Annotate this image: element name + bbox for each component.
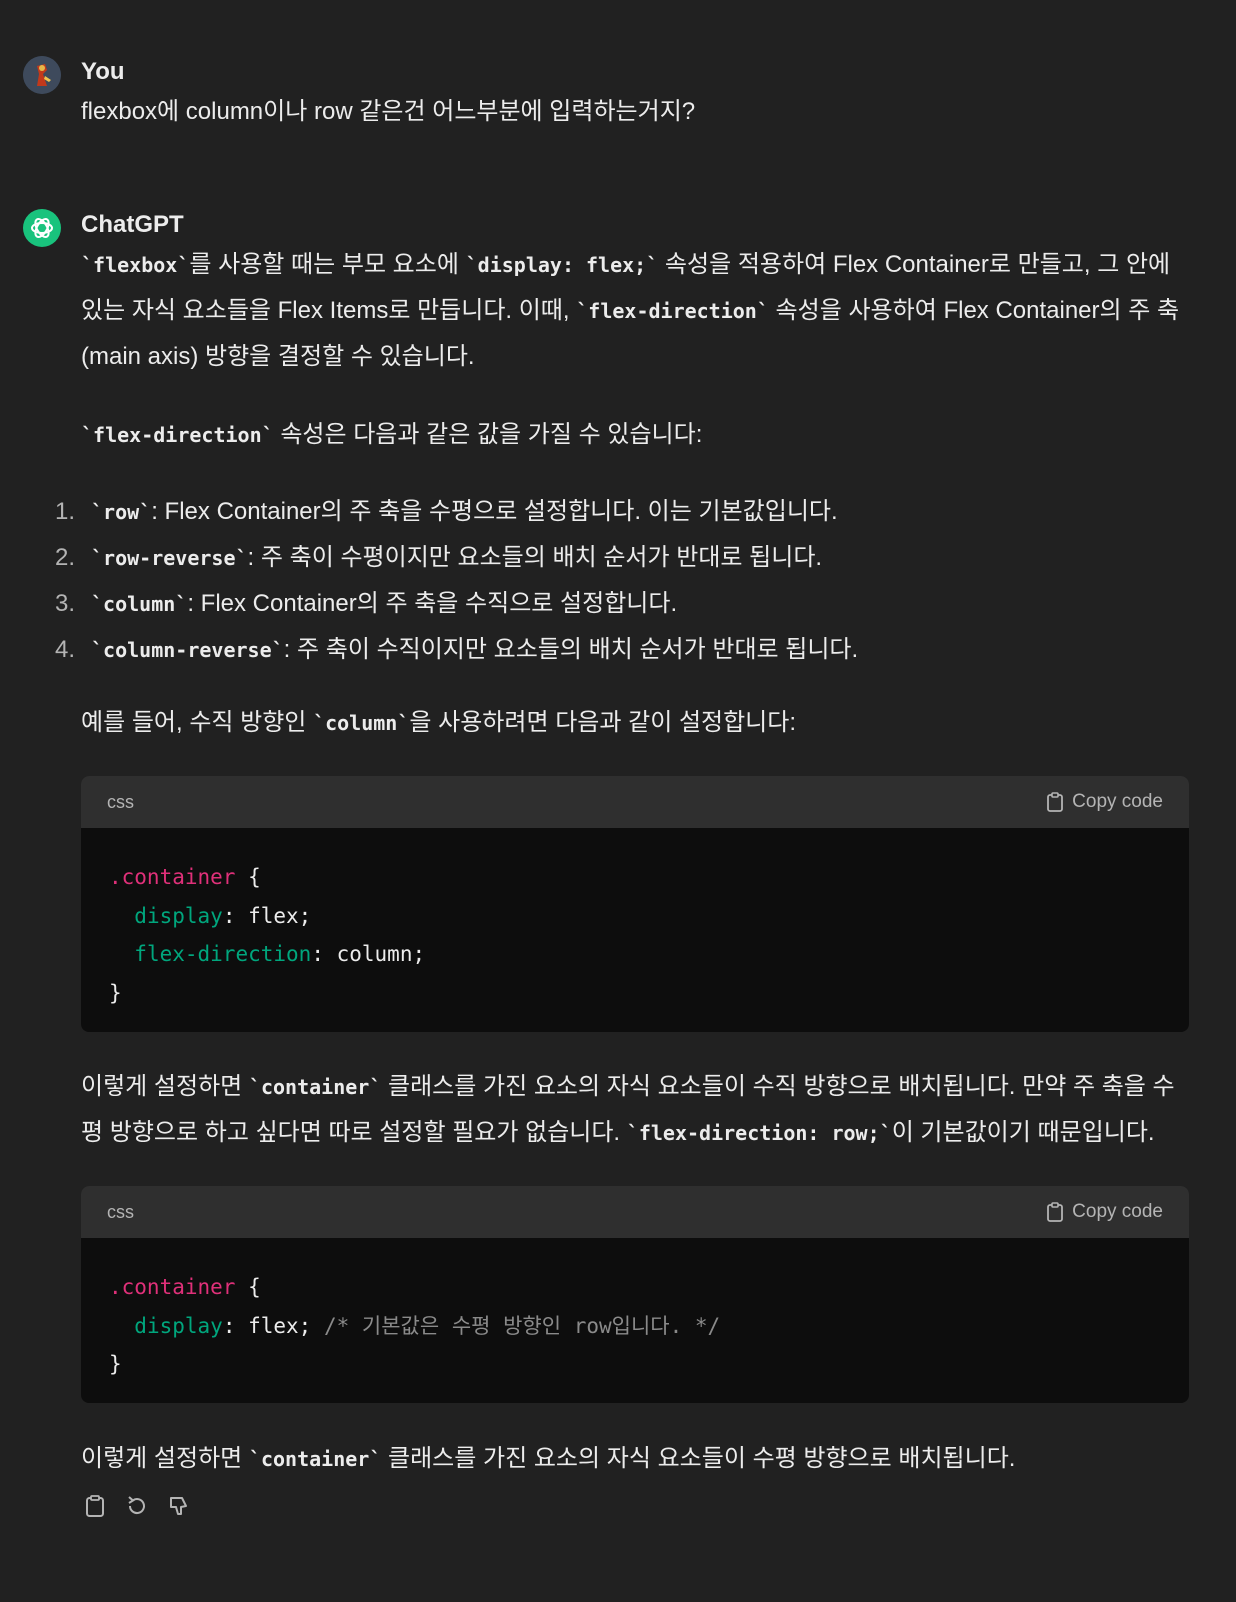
paragraph-3: 예를 들어, 수직 방향인 `column`을 사용하려면 다음과 같이 설정합… (81, 709, 797, 736)
inline-code: `display: flex;` (465, 253, 659, 277)
paragraph-5: 이렇게 설정하면 `container` 클래스를 가진 요소의 자식 요소들이… (81, 1445, 1016, 1472)
flex-direction-list: 1. `row`: Flex Container의 주 축을 수평으로 설정합니다… (55, 489, 858, 673)
paragraph-2: `flex-direction` 속성은 다음과 같은 값을 가질 수 있습니다… (81, 421, 703, 448)
code-content: .container { display: flex; /* 기본값은 수평 방… (109, 1275, 721, 1376)
code-language-label: css (107, 791, 134, 812)
clipboard-icon (1047, 1202, 1064, 1222)
inline-code: `container` (248, 1075, 382, 1099)
thumbs-down-button[interactable] (165, 1492, 193, 1520)
message-actions (81, 1492, 193, 1520)
thumbs-down-icon (170, 1497, 187, 1515)
code-block-header: css Copy code (81, 1186, 1189, 1238)
openai-logo-icon (31, 217, 53, 239)
inline-code: `flexbox` (81, 253, 190, 277)
inline-code: `flex-direction: row;` (626, 1121, 892, 1145)
paragraph-4: 이렇게 설정하면 `container` 클래스를 가진 요소의 자식 요소들이… (81, 1073, 1175, 1146)
list-item: 4. `column-reverse`: 주 축이 수직이지만 요소들의 배치 순… (55, 636, 859, 663)
user-author: You (81, 58, 125, 85)
paragraph-1: `flexbox`를 사용할 때는 부모 요소에 `display: flex;… (81, 251, 1180, 370)
inline-code: `flex-direction` (576, 299, 769, 323)
inline-code: `container` (248, 1447, 382, 1471)
inline-code: `flex-direction` (81, 423, 274, 447)
clipboard-icon (1047, 792, 1064, 812)
list-item: 2. `row-reverse`: 주 축이 수평이지만 요소들의 배치 순서가 … (55, 544, 823, 571)
chatgpt-avatar (23, 209, 61, 247)
user-avatar (23, 56, 61, 94)
code-block-2: css Copy code .container { display: flex… (81, 1186, 1189, 1403)
regenerate-icon (128, 1496, 145, 1515)
code-block-1: css Copy code .container { display: flex… (81, 776, 1189, 1032)
copy-code-button[interactable]: Copy code (1046, 791, 1163, 813)
assistant-author: ChatGPT (81, 211, 184, 238)
clipboard-icon (86, 1495, 104, 1517)
list-item: 3. `column`: Flex Container의 주 축을 수직으로 설정… (55, 590, 678, 617)
regenerate-button[interactable] (123, 1492, 151, 1520)
inline-code: `column` (313, 711, 410, 735)
code-language-label: css (107, 1201, 134, 1222)
code-block-header: css Copy code (81, 776, 1189, 828)
user-message-text: flexbox에 column이나 row 같은건 어느부분에 입력하는거지? (81, 98, 696, 125)
list-item: 1. `row`: Flex Container의 주 축을 수평으로 설정합니다… (55, 498, 838, 525)
copy-message-button[interactable] (81, 1492, 109, 1520)
code-content: .container { display: flex; flex-directi… (109, 865, 426, 1005)
copy-code-button[interactable]: Copy code (1046, 1201, 1163, 1223)
